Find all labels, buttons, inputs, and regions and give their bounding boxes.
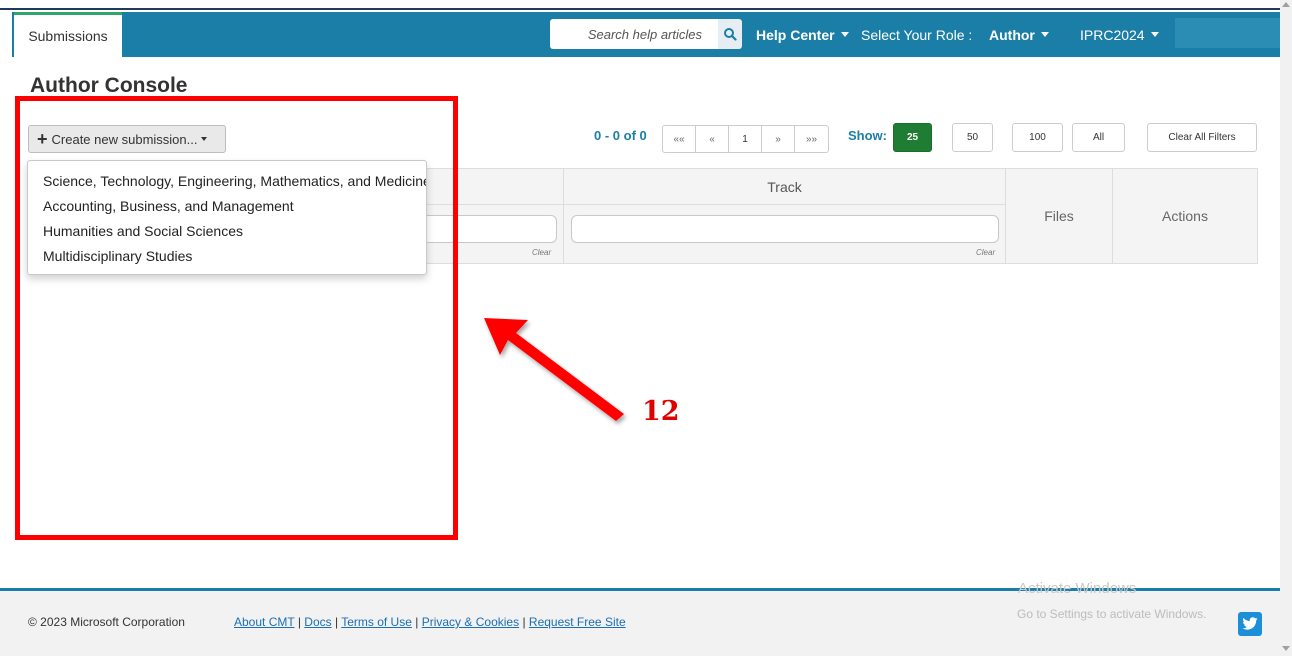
- scroll-up-icon[interactable]: [1282, 2, 1290, 7]
- search-button[interactable]: [718, 19, 742, 49]
- activate-windows-subtitle: Go to Settings to activate Windows.: [1017, 607, 1207, 621]
- next-page-button[interactable]: »: [762, 126, 795, 152]
- show-50-button[interactable]: 50: [952, 123, 993, 152]
- vertical-scrollbar[interactable]: [1280, 0, 1292, 656]
- docs-link[interactable]: Docs: [304, 615, 331, 629]
- arrow-shape: [484, 318, 624, 421]
- pagination: «« « 1 » »»: [662, 125, 829, 153]
- page-title: Author Console: [30, 74, 188, 97]
- scroll-down-icon[interactable]: [1282, 646, 1290, 651]
- top-border: [0, 8, 1280, 10]
- search-placeholder: Search help articles: [587, 26, 702, 42]
- footer-separator: |: [522, 615, 526, 629]
- footer-separator: |: [415, 615, 419, 629]
- help-center-label: Help Center: [756, 26, 835, 43]
- copyright: © 2023 Microsoft Corporation: [28, 615, 185, 629]
- footer-separator: |: [297, 615, 301, 629]
- title-filter-clear[interactable]: Clear: [532, 248, 551, 257]
- help-center-menu[interactable]: Help Center: [756, 12, 849, 57]
- twitter-icon: [1242, 617, 1258, 630]
- column-track: Track Clear: [563, 169, 1005, 263]
- track-filter-input[interactable]: [571, 215, 999, 243]
- chevron-down-icon: [840, 32, 849, 37]
- request-free-site-link[interactable]: Request Free Site: [529, 615, 626, 629]
- footer: [0, 591, 1280, 656]
- annotation-highlight-box: [15, 96, 458, 540]
- current-page-button[interactable]: 1: [729, 126, 762, 152]
- clear-all-filters-button[interactable]: Clear All Filters: [1147, 123, 1257, 152]
- activate-windows-title: Activate Windows: [1018, 580, 1137, 597]
- twitter-button[interactable]: [1238, 612, 1262, 636]
- top-navbar: Submissions Search help articles Help Ce…: [12, 12, 1282, 57]
- footer-separator: |: [334, 615, 339, 629]
- privacy-cookies-link[interactable]: Privacy & Cookies: [422, 615, 519, 629]
- show-all-button[interactable]: All: [1072, 123, 1125, 152]
- role-label-text: Select Your Role :: [861, 26, 973, 43]
- search-input[interactable]: Search help articles: [550, 19, 718, 49]
- result-count: 0 - 0 of 0: [594, 128, 647, 143]
- user-menu[interactable]: [1175, 18, 1282, 48]
- chevron-down-icon: [1040, 32, 1049, 37]
- top-strip: [0, 0, 1280, 10]
- search-icon: [724, 28, 737, 41]
- track-filter-clear[interactable]: Clear: [976, 248, 995, 257]
- about-cmt-link[interactable]: About CMT: [234, 615, 294, 629]
- tab-submissions-label: Submissions: [28, 28, 108, 44]
- prev-page-button[interactable]: «: [696, 126, 729, 152]
- role-label: Select Your Role :: [861, 12, 972, 57]
- last-page-button[interactable]: »»: [795, 126, 828, 152]
- show-100-button[interactable]: 100: [1012, 123, 1063, 152]
- first-page-button[interactable]: ««: [663, 126, 696, 152]
- role-selector[interactable]: Author: [989, 12, 1049, 57]
- annotation-number: 12: [642, 396, 680, 427]
- conference-label: IPRC2024: [1080, 26, 1145, 43]
- tab-submissions[interactable]: Submissions: [14, 12, 122, 57]
- chevron-down-icon: [1150, 32, 1159, 37]
- column-files-header: Files: [1005, 169, 1112, 263]
- terms-of-use-link[interactable]: Terms of Use: [341, 615, 412, 629]
- conference-menu[interactable]: IPRC2024: [1080, 12, 1159, 57]
- footer-links: About CMT | Docs | Terms of Use | Privac…: [234, 615, 626, 629]
- column-actions-header: Actions: [1112, 169, 1257, 263]
- role-value: Author: [989, 26, 1035, 43]
- column-track-header[interactable]: Track: [564, 169, 1005, 205]
- show-label: Show:: [848, 128, 887, 143]
- show-25-button[interactable]: 25: [893, 123, 932, 152]
